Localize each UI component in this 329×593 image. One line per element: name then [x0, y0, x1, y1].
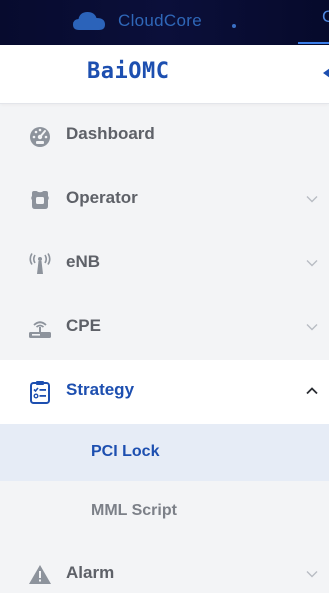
brand-row: BaiOMC: [0, 45, 329, 104]
sidebar-item-alarm[interactable]: Alarm: [0, 543, 329, 593]
sidebar-item-label: Operator: [66, 188, 138, 207]
sidebar-subitem-label: PCI Lock: [91, 443, 160, 460]
sidebar-item-label: Dashboard: [66, 124, 155, 143]
sidebar-subitem-pci-lock[interactable]: PCI Lock: [0, 424, 329, 481]
sidebar-item-operator[interactable]: Operator: [0, 168, 329, 232]
sidebar-item-enb[interactable]: eNB: [0, 232, 329, 296]
top-header-bar: CloudCore C: [0, 0, 329, 45]
sidebar-item-strategy[interactable]: Strategy: [0, 360, 329, 424]
operator-icon: [31, 191, 49, 209]
chevron-up-icon: [306, 387, 318, 395]
cloud-icon: [73, 12, 105, 30]
router-icon: [29, 321, 51, 338]
sidebar-item-cpe[interactable]: CPE: [0, 296, 329, 360]
chevron-down-icon: [306, 324, 318, 331]
sidebar-item-label: Strategy: [66, 380, 135, 399]
caret-left-icon[interactable]: [321, 67, 329, 79]
active-tab-underline: [298, 42, 329, 44]
clipboard-checklist-icon: [30, 381, 50, 404]
antenna-tower-icon: [29, 253, 51, 274]
sidebar-subitem-mml-script[interactable]: MML Script: [0, 481, 329, 543]
sidebar-item-label: eNB: [66, 252, 101, 271]
status-dot: [232, 24, 236, 28]
top-tab-partial[interactable]: C: [322, 7, 329, 27]
app-title[interactable]: CloudCore: [118, 11, 202, 31]
sidebar-subitem-label: MML Script: [91, 502, 177, 519]
strategy-submenu: PCI Lock MML Script: [0, 424, 329, 543]
brand-logo-text[interactable]: BaiOMC: [87, 59, 169, 84]
sidebar-nav: Dashboard Operator eNB CPE Strategy PCI …: [0, 104, 329, 593]
dashboard-gauge-icon: [30, 127, 50, 147]
sidebar-item-label: Alarm: [66, 563, 115, 582]
chevron-down-icon: [306, 196, 318, 203]
sidebar-item-label: CPE: [66, 316, 101, 335]
warning-triangle-icon: [29, 565, 51, 584]
app-root: CloudCore C BaiOMC Dashboard Operator eN…: [0, 0, 329, 593]
chevron-down-icon: [306, 571, 318, 578]
chevron-down-icon: [306, 260, 318, 267]
sidebar-item-dashboard[interactable]: Dashboard: [0, 104, 329, 168]
